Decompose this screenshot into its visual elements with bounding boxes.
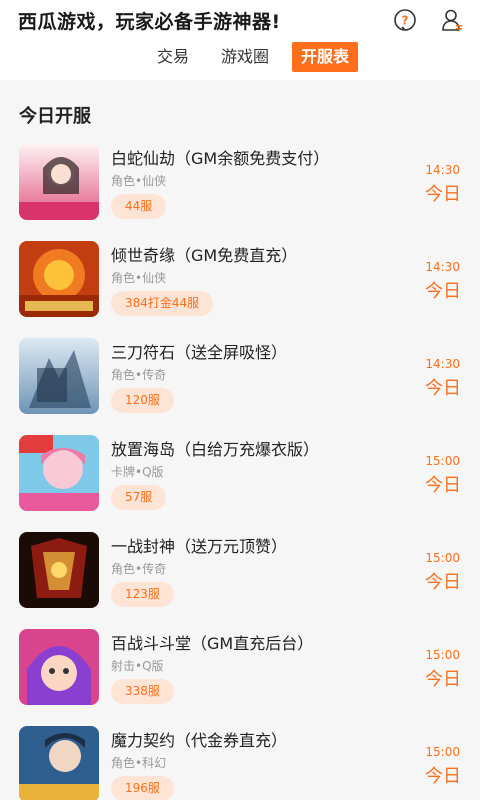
game-list: 白蛇仙劫（GM余额免费支付） 角色•仙侠 44服 14:30 今日 倾世奇缘（G… <box>0 142 480 800</box>
list-item[interactable]: 倾世奇缘（GM免费直充） 角色•仙侠 384打金44服 14:30 今日 <box>0 239 480 336</box>
server-badge: 123服 <box>111 582 174 607</box>
open-time: 15:00 <box>425 551 460 565</box>
open-day: 今日 <box>425 281 461 302</box>
game-category: 角色•仙侠 <box>111 174 167 188</box>
game-name: 三刀符石（送全屏吸怪） <box>111 343 288 362</box>
section-title: 今日开服 <box>19 106 91 127</box>
game-category: 角色•传奇 <box>111 368 167 382</box>
server-badge: 196服 <box>111 776 174 800</box>
game-thumbnail <box>19 338 99 414</box>
game-category: 射击•Q版 <box>111 659 164 673</box>
list-item[interactable]: 放置海岛（白给万充爆衣版） 卡牌•Q版 57服 15:00 今日 <box>0 433 480 530</box>
game-name: 放置海岛（白给万充爆衣版） <box>111 440 320 459</box>
game-thumbnail <box>19 629 99 705</box>
game-thumbnail <box>19 241 99 317</box>
open-time: 15:00 <box>425 745 460 759</box>
game-category: 角色•科幻 <box>111 756 167 770</box>
open-day: 今日 <box>425 475 461 496</box>
server-badge: 57服 <box>111 485 167 510</box>
list-item[interactable]: 百战斗斗堂（GM直充后台） 射击•Q版 338服 15:00 今日 <box>0 627 480 724</box>
game-name: 魔力契约（代金券直充） <box>111 731 288 750</box>
open-day: 今日 <box>425 378 461 399</box>
open-day: 今日 <box>425 572 461 593</box>
tab-server-list[interactable]: 开服表 <box>292 42 358 72</box>
game-thumbnail <box>19 532 99 608</box>
list-item[interactable]: 魔力契约（代金券直充） 角色•科幻 196服 15:00 今日 <box>0 724 480 800</box>
open-time: 15:00 <box>425 454 460 468</box>
main-content: 今日开服 白蛇仙劫（GM余额免费支付） 角色•仙侠 44服 14:30 今日 倾… <box>0 80 480 800</box>
top-bar: 西瓜游戏，玩家必备手游神器! ? 交易 游戏圈 开服表 <box>0 0 480 80</box>
game-thumbnail <box>19 726 99 800</box>
open-time: 14:30 <box>425 357 460 371</box>
open-time: 14:30 <box>425 260 460 274</box>
game-category: 卡牌•Q版 <box>111 465 164 479</box>
open-time: 14:30 <box>425 163 460 177</box>
game-category: 角色•仙侠 <box>111 271 167 285</box>
tab-game-circle[interactable]: 游戏圈 <box>214 42 276 72</box>
tab-trade[interactable]: 交易 <box>148 42 198 72</box>
open-day: 今日 <box>425 184 461 205</box>
game-thumbnail <box>19 144 99 220</box>
game-name: 一战封神（送万元顶赞） <box>111 537 288 556</box>
svg-text:?: ? <box>402 14 409 28</box>
game-name: 倾世奇缘（GM免费直充） <box>111 246 298 265</box>
list-item[interactable]: 三刀符石（送全屏吸怪） 角色•传奇 120服 14:30 今日 <box>0 336 480 433</box>
server-badge: 120服 <box>111 388 174 413</box>
help-icon[interactable]: ? <box>393 8 417 32</box>
open-time: 15:00 <box>425 648 460 662</box>
tab-bar: 交易 游戏圈 开服表 <box>0 42 480 72</box>
list-item[interactable]: 白蛇仙劫（GM余额免费支付） 角色•仙侠 44服 14:30 今日 <box>0 142 480 239</box>
server-badge: 338服 <box>111 679 174 704</box>
open-day: 今日 <box>425 766 461 787</box>
user-icon[interactable] <box>440 8 464 32</box>
game-category: 角色•传奇 <box>111 562 167 576</box>
open-day: 今日 <box>425 669 461 690</box>
list-item[interactable]: 一战封神（送万元顶赞） 角色•传奇 123服 15:00 今日 <box>0 530 480 627</box>
game-name: 百战斗斗堂（GM直充后台） <box>111 634 314 653</box>
server-badge: 384打金44服 <box>111 291 214 316</box>
game-name: 白蛇仙劫（GM余额免费支付） <box>111 149 330 168</box>
game-thumbnail <box>19 435 99 511</box>
app-title: 西瓜游戏，玩家必备手游神器! <box>18 11 281 33</box>
server-badge: 44服 <box>111 194 167 219</box>
